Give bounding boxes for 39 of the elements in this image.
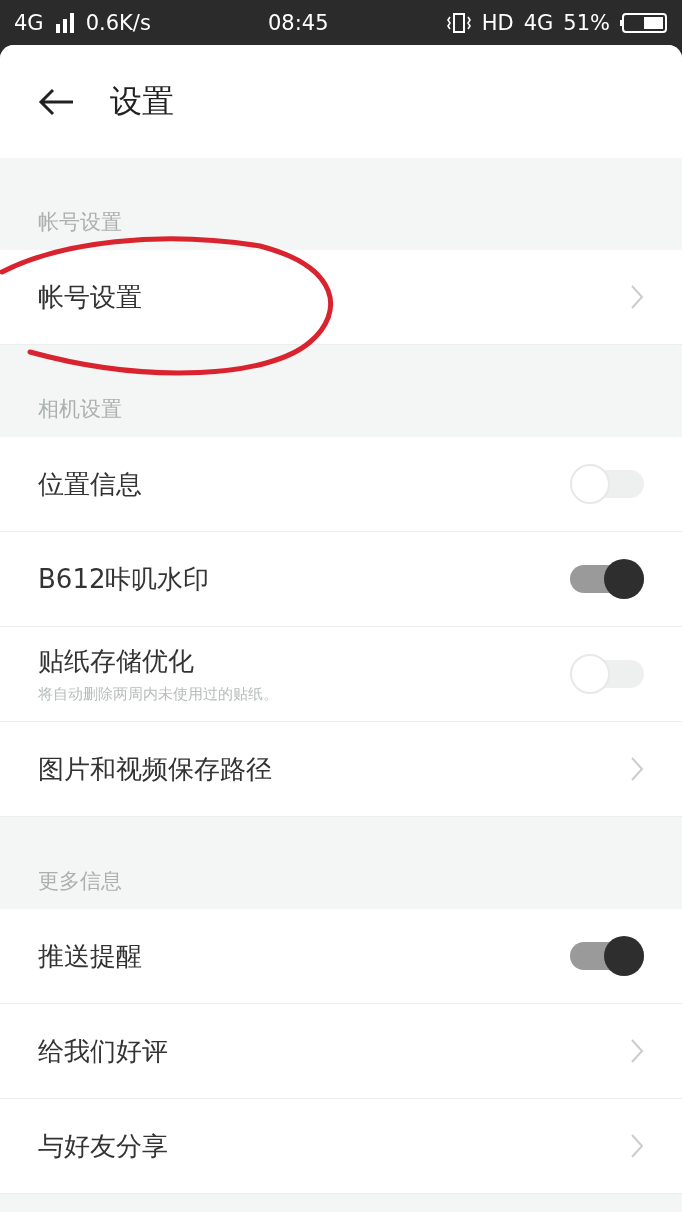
page-title: 设置 (110, 80, 174, 122)
settings-row[interactable]: 贴纸存储优化 将自动删除两周内未使用过的贴纸。 (0, 627, 682, 722)
signal-icon (53, 11, 76, 34)
chevron-right-icon (630, 1133, 644, 1159)
row-label: 位置信息 (38, 467, 143, 501)
settings-row[interactable]: 图片和视频保存路径 (0, 722, 682, 817)
row-label: 给我们好评 (38, 1034, 169, 1068)
settings-row[interactable]: 位置信息 (0, 437, 682, 532)
battery-icon (620, 11, 668, 34)
row-label: 图片和视频保存路径 (38, 752, 273, 786)
network-type: 4G (523, 10, 554, 35)
settings-row[interactable]: 帐号设置 (0, 250, 682, 345)
section-title: 帐号设置 (38, 209, 122, 236)
settings-row[interactable]: 推送提醒 (0, 909, 682, 1004)
row-label: 与好友分享 (38, 1129, 169, 1163)
settings-row[interactable]: 给我们好评 (0, 1004, 682, 1099)
row-label: B612咔叽水印 (38, 562, 211, 596)
settings-row[interactable]: B612咔叽水印 (0, 532, 682, 627)
row-label: 帐号设置 (38, 280, 143, 314)
toggle-switch[interactable] (570, 936, 644, 976)
chevron-right-icon (630, 1038, 644, 1064)
toggle-switch[interactable] (570, 654, 644, 694)
hd-label: HD (481, 10, 514, 35)
clock-time: 08:45 (268, 10, 329, 35)
battery-percent: 51% (563, 10, 610, 35)
back-arrow-icon[interactable] (38, 87, 74, 116)
row-label: 贴纸存储优化 (38, 645, 195, 678)
section-title: 更多信息 (38, 868, 122, 895)
network-speed: 0.6K/s (85, 10, 151, 35)
chevron-right-icon (630, 756, 644, 782)
toggle-switch[interactable] (570, 559, 644, 599)
settings-row[interactable]: 与好友分享 (0, 1099, 682, 1194)
section-title: 相机设置 (38, 396, 122, 423)
row-description: 将自动删除两周内未使用过的贴纸。 (38, 685, 279, 704)
network-type: 4G (14, 10, 44, 35)
chevron-right-icon (630, 284, 644, 310)
toggle-switch[interactable] (570, 464, 644, 504)
row-label: 推送提醒 (38, 939, 143, 973)
vibrate-icon (445, 11, 472, 34)
